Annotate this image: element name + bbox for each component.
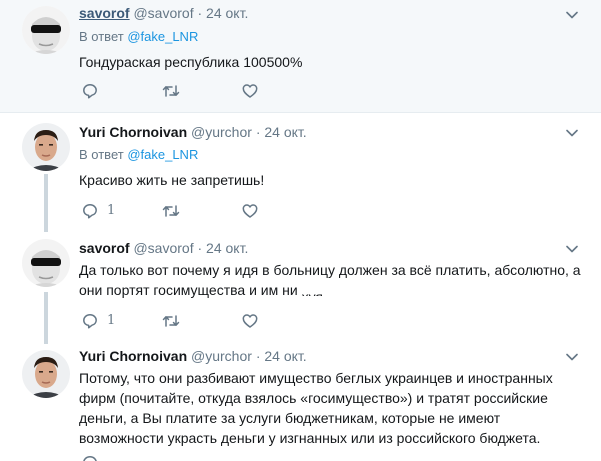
tweet-date[interactable]: 24 окт. [264,124,306,140]
reply-prefix: В ответ [79,29,124,44]
tweet-header: Yuri Chornoivan @yurchor · 24 окт. [79,347,307,365]
tweet-3[interactable]: savorof @savorof · 24 окт. Да только вот… [0,232,601,342]
tweet-text-line: фирм (почитайте, откуда взялось «госимущ… [79,390,548,406]
retweet-button[interactable] [162,312,180,330]
author-handle[interactable]: @yurchor [191,124,252,140]
separator-dot: · [255,124,261,140]
tweet-1[interactable]: savorof @savorof · 24 окт. В ответ @fake… [0,0,601,113]
avatar[interactable] [22,350,70,398]
chevron-down-icon[interactable] [566,351,578,363]
tweet-header: savorof @savorof · 24 окт. [79,4,248,22]
retweet-icon [162,205,180,217]
separator-dot: · [197,240,203,256]
tweet-header: savorof @savorof · 24 окт. [79,239,248,257]
like-icon [242,314,258,328]
reply-mention-link[interactable]: @fake_LNR [127,29,198,44]
reply-mention-link[interactable]: @fake_LNR [127,147,198,162]
reply-icon [83,456,97,461]
like-icon [242,84,258,98]
like-button[interactable] [242,312,258,330]
tweet-4[interactable]: Yuri Chornoivan @yurchor · 24 окт. Потом… [0,344,601,461]
reply-to-line: В ответ @fake_LNR [79,146,198,164]
author-handle[interactable]: @yurchor [191,348,252,364]
separator-dot: · [197,5,203,21]
tweet-text-segment: они портят госимущества и им ни [79,282,298,298]
avatar[interactable] [22,6,70,54]
tweet-text: Красиво жить не запретишь! [79,172,265,188]
tweet-text-line: деньги, а Вы платите за услуги бюджетник… [79,410,501,426]
separator-dot: · [255,348,261,364]
tweet-text: Потому, что они разбивают имущество бегл… [79,368,584,448]
avatar[interactable] [22,239,70,287]
chevron-down-icon[interactable] [566,9,578,21]
reply-button[interactable] [82,454,98,461]
author-name[interactable]: Yuri Chornoivan [79,124,187,140]
like-button[interactable] [242,82,258,100]
author-name[interactable]: Yuri Chornoivan [79,348,187,364]
reply-icon [83,84,97,99]
reply-count: 1 [107,203,116,218]
author-handle[interactable]: @savorof [133,5,193,21]
avatar[interactable] [22,123,70,171]
retweet-button[interactable] [162,202,180,220]
reply-button[interactable]: 1 [82,312,115,330]
tweet-date[interactable]: 24 окт. [206,5,248,21]
reply-prefix: В ответ [79,147,124,162]
chevron-down-icon[interactable] [566,127,578,139]
like-icon [242,204,258,218]
reply-to-line: В ответ @fake_LNR [79,28,198,46]
retweet-icon [162,85,180,97]
tweet-text-line: они портят госимущества и им ни хуя [79,280,584,300]
tweet-text: Гондураская республика 100500% [79,54,303,70]
reply-count: 1 [107,313,116,328]
author-handle[interactable]: @savorof [133,240,193,256]
retweet-button[interactable] [162,82,180,100]
tweet-header: Yuri Chornoivan @yurchor · 24 окт. [79,123,307,141]
author-name[interactable]: savorof [79,240,130,256]
tweet-text: Да только вот почему я идя в больницу до… [79,260,584,300]
tweet-text-line: Да только вот почему я идя в больницу до… [79,262,581,278]
reply-icon [83,314,97,329]
author-name[interactable]: savorof [79,5,130,21]
tweet-text-line: возможности украсть деньги у изгнанных и… [79,430,541,446]
tweet-date[interactable]: 24 окт. [264,348,306,364]
tweet-text-clipped: хуя [302,287,323,296]
reply-button[interactable]: 1 [82,202,115,220]
tweet-2[interactable]: Yuri Chornoivan @yurchor · 24 окт. В отв… [0,114,601,230]
tweet-text-line: Потому, что они разбивают имущество бегл… [79,370,553,386]
retweet-icon [162,315,180,327]
reply-button[interactable] [82,82,98,100]
reply-icon [83,204,97,219]
tweet-date[interactable]: 24 окт. [206,240,248,256]
chevron-down-icon[interactable] [566,243,578,255]
like-button[interactable] [242,202,258,220]
